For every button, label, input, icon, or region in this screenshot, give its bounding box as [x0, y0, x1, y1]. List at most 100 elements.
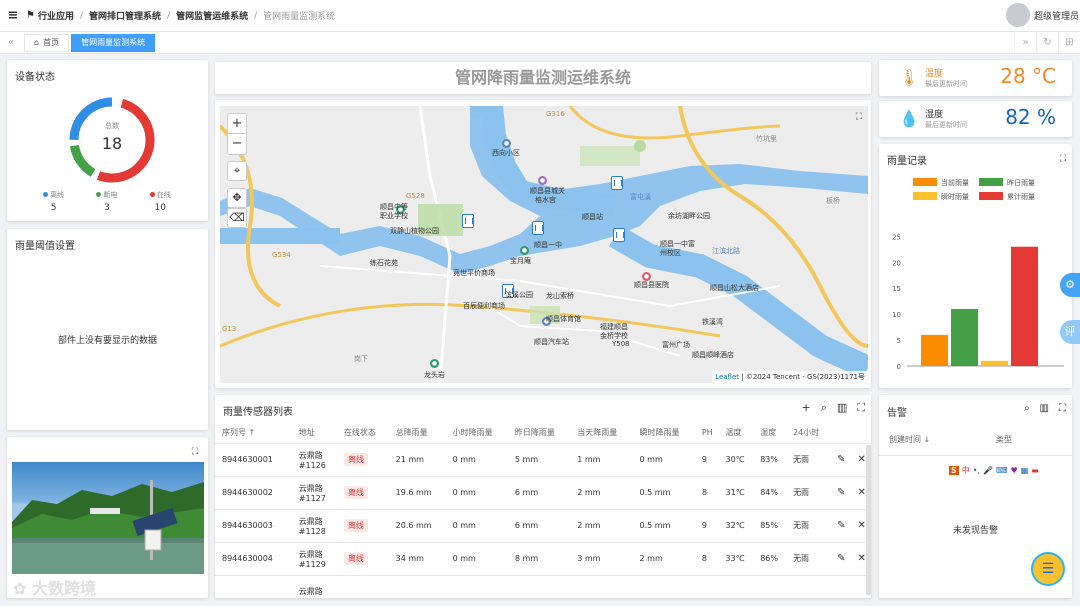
y-tick-label: 0 — [897, 363, 901, 371]
watermark-logo-icon: ✿ — [13, 579, 27, 598]
legend-swatch — [979, 178, 1003, 186]
column-header[interactable]: 当天降雨量 — [570, 423, 632, 443]
breadcrumb-item[interactable]: 管网监管运维系统 — [176, 9, 248, 22]
sensor-marker[interactable] — [611, 176, 623, 190]
zoom-out-button[interactable]: − — [228, 134, 246, 154]
column-header[interactable]: 总降雨量 — [389, 423, 446, 443]
table-row[interactable]: 云鼎路 — [215, 574, 871, 598]
table-row[interactable]: 8944630003 云鼎路 #1128 离线 20.6 mm 0 mm 6 mm… — [215, 508, 871, 542]
fullscreen-icon[interactable]: ⛶ — [857, 401, 865, 415]
bar-瞬时雨量 — [981, 360, 1008, 366]
poi-marker[interactable]: ● — [520, 246, 529, 255]
scroll-right-icon[interactable]: » — [1014, 32, 1036, 54]
breadcrumb-item[interactable]: 行业应用 — [38, 9, 74, 22]
legend-label: 累计雨量 — [1007, 192, 1035, 201]
table-row[interactable]: 8944630001 云鼎路 #1126 离线 21 mm 0 mm 5 mm 1… — [215, 442, 871, 476]
map-label: 练石花苑 — [370, 259, 398, 267]
columns-icon[interactable]: ▥ — [837, 401, 847, 415]
ime-skin-icon[interactable]: ♥ — [1011, 466, 1018, 475]
map-label: G316 — [546, 110, 565, 118]
user-name[interactable]: 超级管理员 — [1034, 9, 1080, 22]
avatar[interactable] — [1006, 3, 1030, 27]
map-label: 顺昌山松大酒店 — [710, 284, 759, 292]
map-attribution: Leaflet | ©2024 Tencent - GS(2023)1171号 — [712, 371, 868, 383]
user-menu[interactable]: 超级管理员 — [1006, 3, 1080, 27]
table-row[interactable]: 8944630002 云鼎路 #1127 离线 19.6 mm 0 mm 6 mm… — [215, 475, 871, 509]
add-icon[interactable]: + — [802, 401, 811, 415]
poi-marker[interactable]: ● — [538, 176, 547, 185]
rain-threshold-panel: 雨量阈值设置 部件上没有要显示的数据 — [7, 229, 208, 430]
fullscreen-icon[interactable]: ⛶ — [856, 112, 862, 122]
fullscreen-icon[interactable]: ⛶ — [192, 447, 198, 457]
sort-asc-icon[interactable]: ↑ — [249, 428, 256, 437]
ime-mic-icon[interactable]: 🎤 — [983, 466, 993, 475]
column-header[interactable]: 在线状态 — [337, 423, 389, 443]
comment-float-button[interactable]: 评 — [1060, 320, 1080, 344]
assistant-bot-icon[interactable]: ☰ — [1031, 552, 1065, 586]
legend-label: 瞬时雨量 — [941, 192, 969, 201]
menu-icon[interactable]: ≡ — [0, 8, 26, 23]
map-label: G528 — [406, 192, 425, 200]
table-scrollbar[interactable] — [866, 445, 871, 595]
map-label: Y508 — [612, 340, 630, 348]
column-header[interactable]: 小时降雨量 — [446, 423, 508, 443]
column-header[interactable]: 瞬时降雨量 — [633, 423, 695, 443]
ime-lang-icon[interactable]: 中 — [962, 465, 970, 476]
ime-apps-icon[interactable]: ▦ — [1021, 466, 1029, 475]
edit-icon[interactable]: ✎ — [830, 475, 851, 509]
sensor-marker[interactable] — [613, 228, 625, 242]
ime-more-icon[interactable]: ▬ — [1031, 466, 1039, 475]
ime-toolbar[interactable]: S 中 •, 🎤 ⌨ ♥ ▦ ▬ — [949, 462, 1039, 478]
search-icon[interactable]: ⌕ — [821, 401, 827, 415]
map[interactable]: ● ● ● ● ● ● ● 西向小区 顺昌县城关 格水宫 顺昌中等 职业学校 双… — [220, 106, 868, 383]
search-icon[interactable]: ⌕ — [1024, 403, 1030, 414]
poi-marker[interactable]: ● — [430, 359, 439, 368]
ime-keyboard-icon[interactable]: ⌨ — [996, 466, 1008, 475]
eraser-icon[interactable]: ⌫ — [227, 208, 247, 228]
column-header[interactable]: 湿度 — [753, 423, 786, 443]
column-header[interactable]: 地址 — [292, 423, 337, 443]
column-header[interactable]: 温度 — [719, 423, 754, 443]
tab-rain-monitor[interactable]: 管网雨量监测系统 — [71, 33, 156, 52]
legend-label: 当前雨量 — [941, 178, 969, 187]
alarm-col-type[interactable]: 类型 — [996, 434, 1012, 445]
column-header[interactable]: 24小时 — [786, 423, 830, 443]
poi-marker[interactable]: ● — [502, 139, 511, 148]
temperature-label: 温度 — [925, 69, 944, 79]
grid-icon[interactable]: ⊞ — [1058, 32, 1080, 54]
sort-desc-icon[interactable]: ↓ — [924, 435, 931, 444]
device-status-title: 设备状态 — [15, 72, 55, 83]
column-header-sn[interactable]: 序列号 ↑ — [215, 423, 292, 443]
refresh-icon[interactable]: ↻ — [1036, 32, 1058, 54]
scroll-left-icon[interactable]: « — [0, 37, 22, 48]
edit-icon[interactable]: ✎ — [830, 541, 851, 575]
map-label: 龙头岩 — [424, 371, 445, 379]
sensor-marker[interactable] — [462, 214, 474, 228]
alarm-col-time[interactable]: 创建时间 ↓ — [889, 434, 930, 445]
ime-punct-icon[interactable]: •, — [973, 466, 980, 475]
page-title: 管网降雨量监测运维系统 — [215, 62, 871, 94]
column-header[interactable]: 昨日降雨量 — [508, 423, 570, 443]
legend-online: 在线 10 — [149, 190, 171, 213]
map-label: 龙山索桥 — [546, 292, 574, 300]
zoom-in-button[interactable]: + — [228, 114, 246, 134]
rain-chart: 当前雨量 昨日雨量瞬时雨量 累计雨量 0 5 10 15 20 25 — [892, 178, 1064, 371]
location-pin-icon[interactable]: ⌖ — [227, 161, 247, 181]
ime-logo-icon[interactable]: S — [949, 465, 959, 475]
alarm-title: 告警 — [887, 408, 907, 419]
legend-label: 昨日雨量 — [1007, 178, 1035, 187]
settings-float-button[interactable]: ⚙ — [1060, 273, 1080, 297]
columns-icon[interactable]: ▥ — [1040, 403, 1049, 414]
edit-icon[interactable]: ✎ — [830, 508, 851, 542]
device-status-legend: 离线 5 断电 3 在线 10 — [7, 190, 207, 213]
leaflet-link[interactable]: Leaflet — [715, 373, 739, 381]
fullscreen-icon[interactable]: ⛶ — [1059, 403, 1066, 414]
move-icon[interactable]: ✥ — [227, 188, 247, 208]
sensor-marker[interactable] — [532, 221, 544, 235]
breadcrumb-item[interactable]: 管网排口管理系统 — [89, 9, 161, 22]
table-row[interactable]: 8944630004 云鼎路 #1129 离线 34 mm 0 mm 8 mm 3… — [215, 541, 871, 575]
temperature-card: 🌡 温度 最后更新时间 28 °C — [879, 60, 1072, 96]
tab-home[interactable]: ⌂ 首页 — [24, 33, 70, 52]
edit-icon[interactable]: ✎ — [830, 442, 851, 476]
column-header[interactable]: PH — [695, 423, 719, 443]
